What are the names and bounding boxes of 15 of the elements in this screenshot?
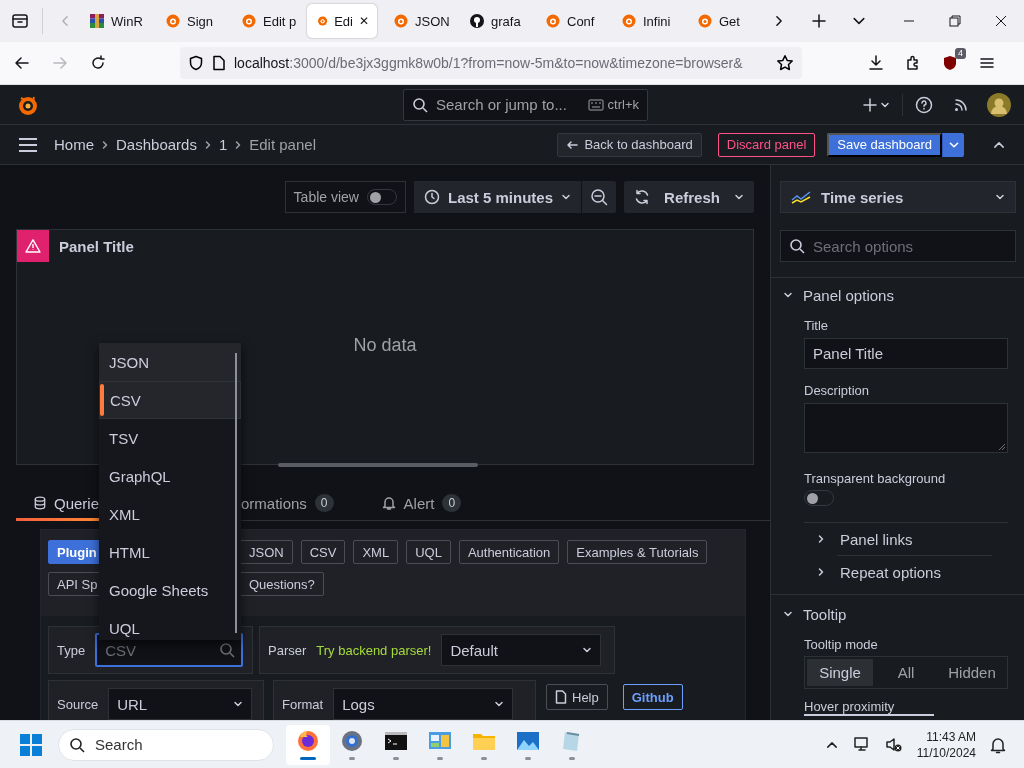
field-label: Source: [57, 696, 99, 712]
panel-title: Panel Title: [59, 237, 134, 255]
badge-count: 4: [955, 48, 966, 59]
no-data-message: No data: [353, 334, 417, 356]
field-label: Title: [804, 318, 830, 333]
field-label: Hover proximity: [804, 699, 934, 716]
field-label: Description: [804, 383, 871, 398]
field-label: Tooltip mode: [804, 637, 879, 652]
shortcut-hint: ctrl+k: [607, 97, 639, 112]
field-label: Type: [57, 642, 86, 658]
field-label: Parser: [268, 642, 307, 658]
count-badge: 0: [442, 494, 462, 512]
field-label: Transparent background: [804, 471, 947, 486]
count-badge: 0: [314, 494, 334, 512]
field-label: Format: [282, 696, 324, 712]
